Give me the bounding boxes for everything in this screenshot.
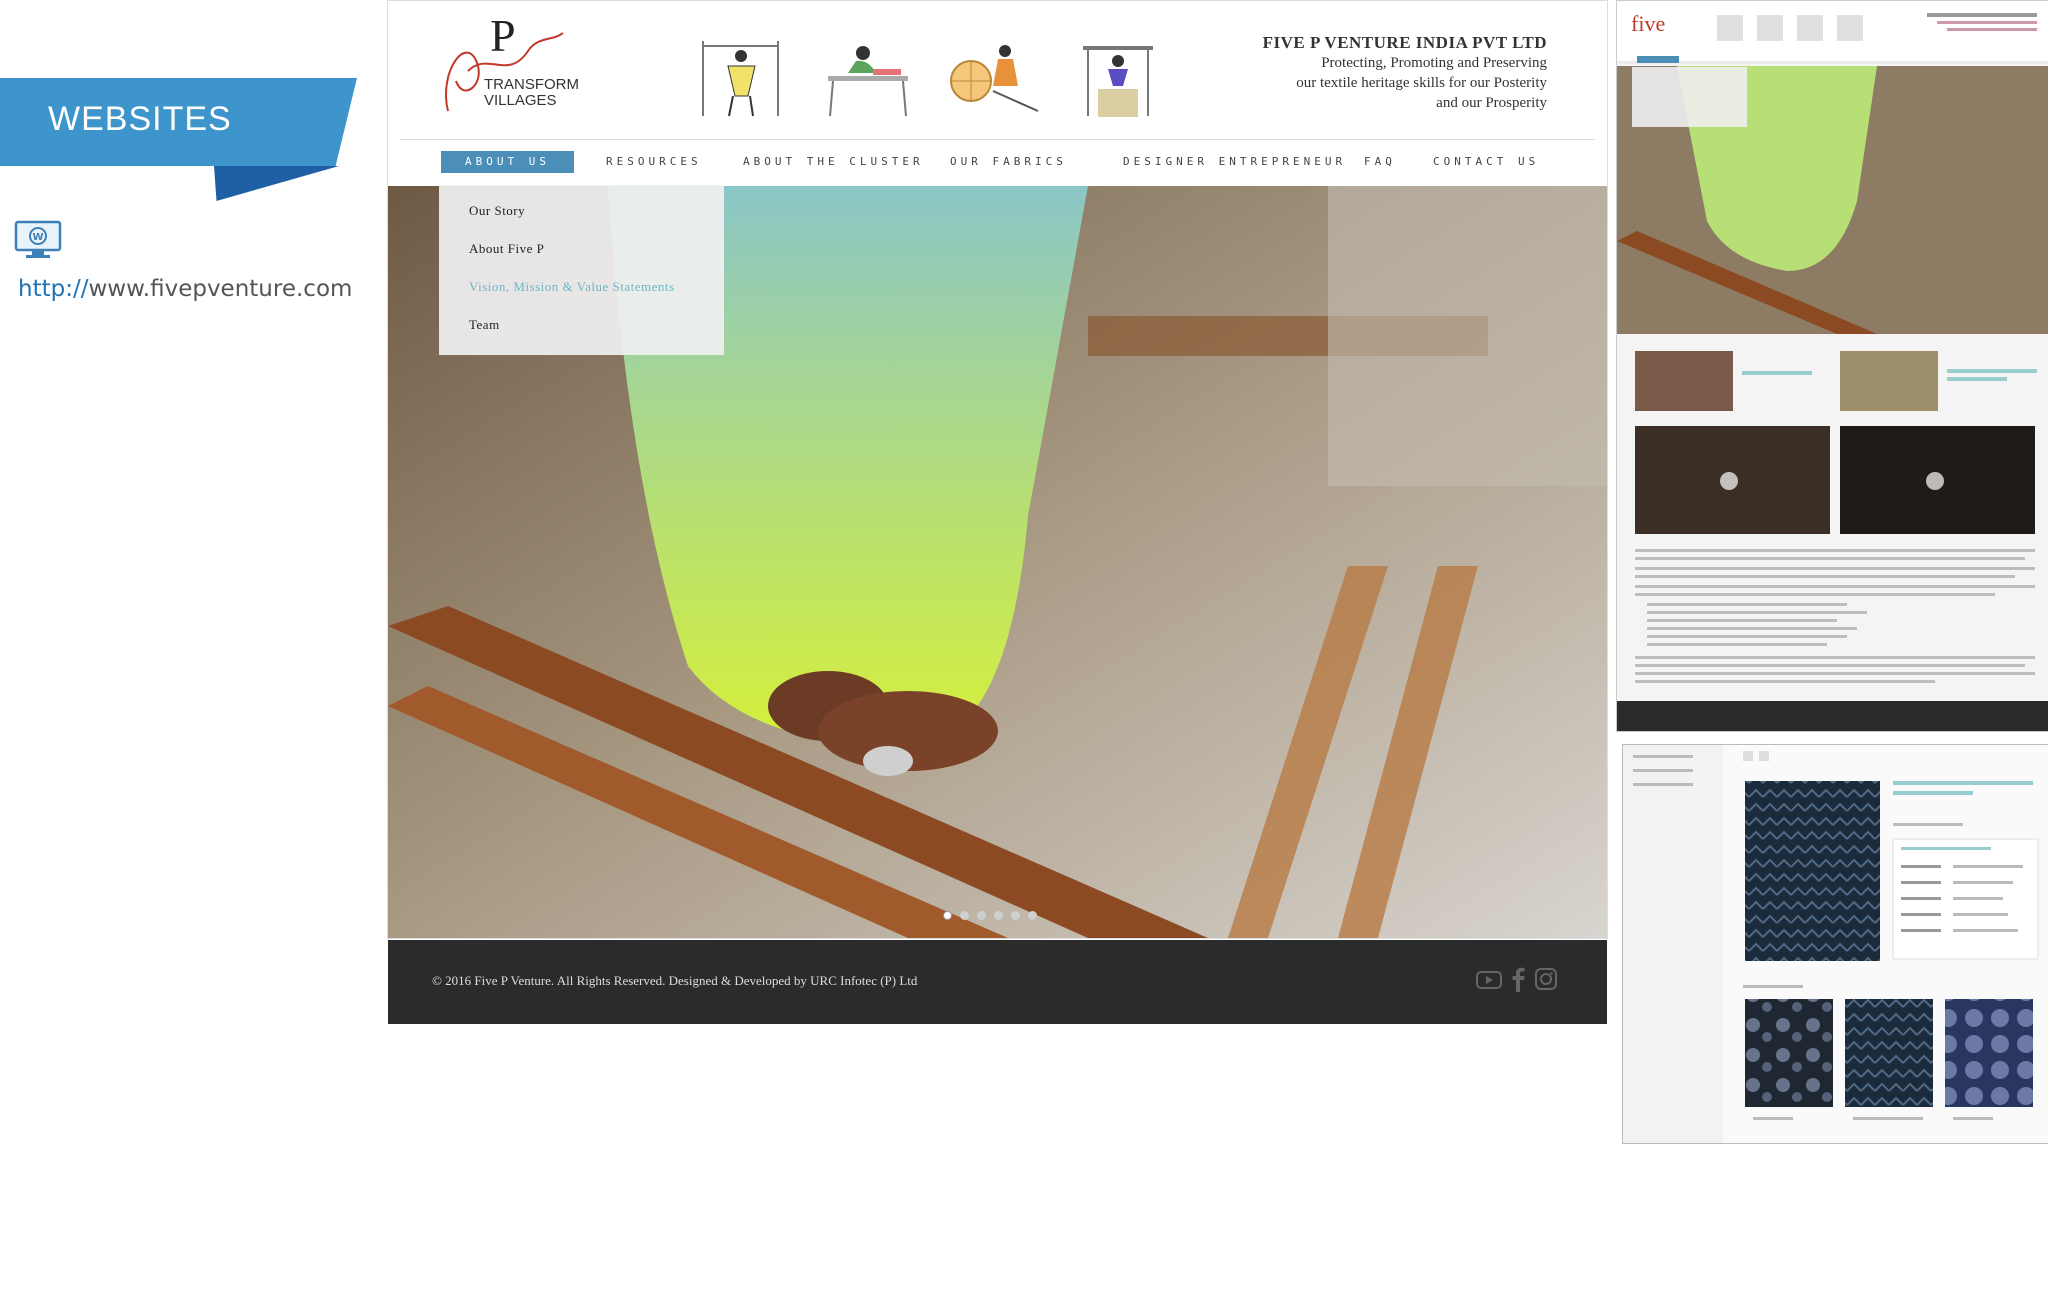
company-name: FIVE P VENTURE INDIA PVT LTD (1262, 33, 1547, 52)
website-link[interactable]: http://www.fivepventure.com (18, 276, 352, 302)
tagline-line-1: Protecting, Promoting and Preserving (1321, 55, 1547, 71)
facebook-icon[interactable] (1511, 966, 1525, 992)
dropdown-our-story[interactable]: Our Story (469, 203, 525, 219)
nav-faq[interactable]: FAQ (1364, 151, 1396, 173)
worker-at-table-icon (828, 46, 908, 117)
slider-dot[interactable] (977, 911, 986, 920)
slider-dot[interactable] (994, 911, 1003, 920)
slider-dot[interactable] (960, 911, 969, 920)
spinning-wheel-icon (950, 45, 1039, 112)
svg-text:W: W (32, 232, 43, 243)
homepage-thumbnail-art: five (1617, 1, 2048, 731)
website-monitor-icon: W (14, 220, 62, 258)
slider-dot[interactable] (943, 911, 952, 920)
loom-figure-icon (1083, 46, 1153, 117)
youtube-icon[interactable] (1476, 970, 1502, 990)
url-protocol: http:// (18, 276, 89, 302)
main-nav: ABOUT US RESOURCES ABOUT THE CLUSTER OUR… (388, 151, 1607, 175)
header-divider (400, 139, 1595, 140)
footer-copyright: © 2016 Five P Venture. All Rights Reserv… (432, 973, 918, 988)
product-page-thumbnail-art (1623, 745, 2048, 1143)
nav-our-fabrics[interactable]: OUR FABRICS (950, 151, 1067, 173)
website-screenshot-main: P TRANSFORMING VILLAGES (387, 0, 1608, 939)
dropdown-team[interactable]: Team (469, 317, 500, 333)
tagline-line-2: our textile heritage skills for our Post… (1296, 75, 1547, 91)
homepage-thumbnail: five (1616, 0, 2048, 732)
site-header: P TRANSFORMING VILLAGES (388, 1, 1607, 141)
svg-text:TRANSFORMING: TRANSFORMING (484, 76, 578, 93)
weaver-figure-icon (702, 41, 779, 117)
tagline-line-3: and our Prosperity (1436, 95, 1547, 111)
site-footer: © 2016 Five P Venture. All Rights Reserv… (388, 940, 1607, 1024)
svg-text:P: P (490, 11, 516, 61)
nav-resources[interactable]: RESOURCES (606, 151, 702, 173)
slider-dot[interactable] (1011, 911, 1020, 920)
nav-designer-entrepreneur[interactable]: DESIGNER ENTREPRENEUR (1123, 151, 1346, 173)
five-p-logo[interactable]: P TRANSFORMING VILLAGES (428, 11, 578, 126)
nav-about-us[interactable]: ABOUT US (441, 151, 574, 173)
section-title: WEBSITES (48, 100, 232, 138)
nav-about-the-cluster[interactable]: ABOUT THE CLUSTER (743, 151, 924, 173)
dropdown-vision-mission[interactable]: Vision, Mission & Value Statements (469, 279, 675, 295)
product-page-thumbnail (1622, 744, 2048, 1144)
slider-dot[interactable] (1028, 911, 1037, 920)
svg-text:five: five (1631, 11, 1665, 36)
instagram-icon[interactable] (1535, 968, 1557, 990)
dropdown-about-five-p[interactable]: About Five P (469, 241, 544, 257)
company-block: FIVE P VENTURE INDIA PVT LTD Protecting,… (1263, 33, 1547, 113)
url-host: www.fivepventure.com (88, 276, 353, 302)
banner-shadow (214, 166, 339, 201)
svg-text:VILLAGES: VILLAGES (484, 92, 557, 109)
nav-contact-us[interactable]: CONTACT US (1433, 151, 1539, 173)
about-us-dropdown: Our Story About Five P Vision, Mission &… (439, 185, 724, 355)
